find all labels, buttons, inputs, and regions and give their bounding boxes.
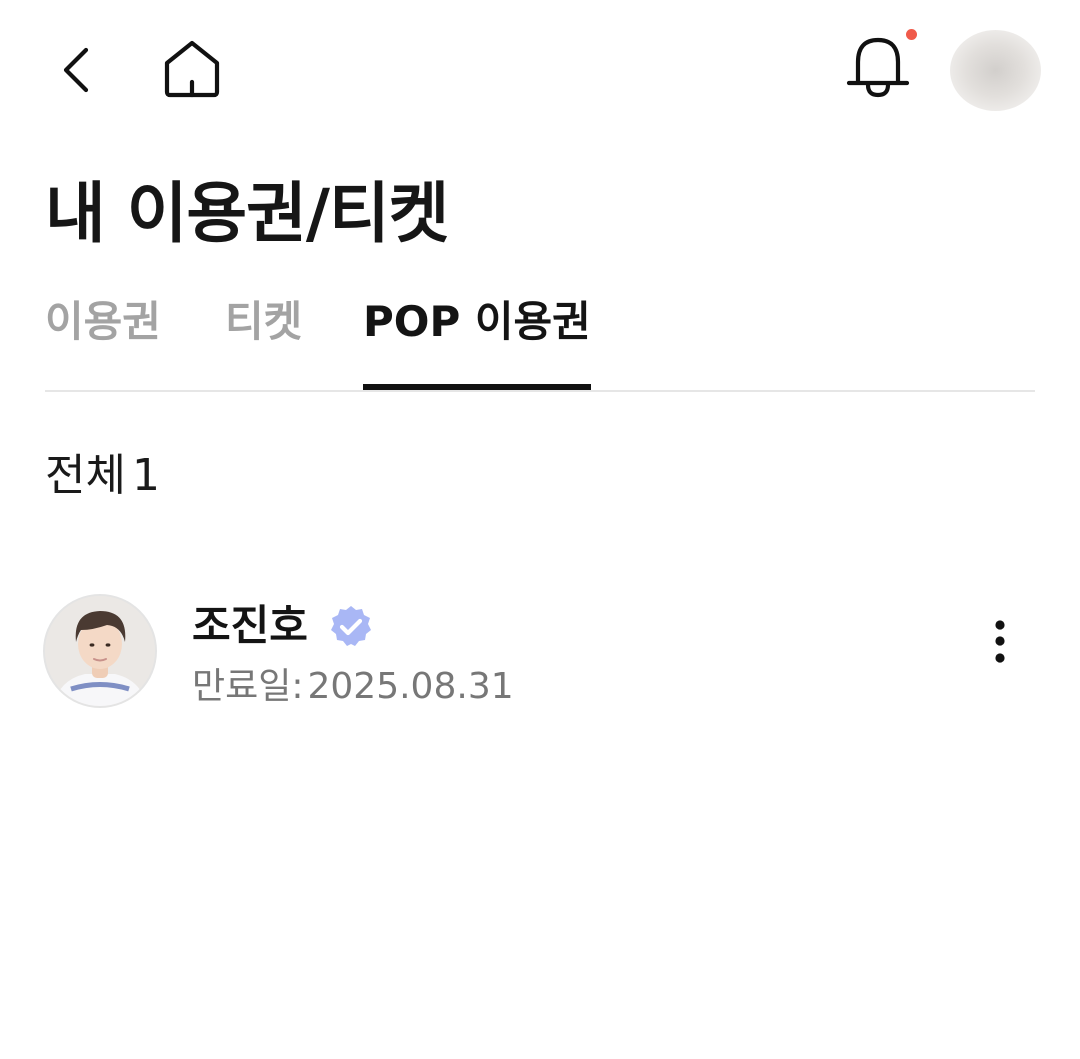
verified-badge-icon [331, 606, 371, 646]
expire-label: 만료일: [192, 666, 304, 707]
tab-ticket[interactable]: 티켓 [225, 290, 302, 390]
notification-dot [906, 29, 917, 40]
total-number: 1 [131, 450, 160, 501]
tab-pop-pass[interactable]: POP 이용권 [363, 290, 591, 390]
tab-pass[interactable]: 이용권 [45, 290, 161, 390]
back-button[interactable] [52, 40, 102, 100]
chevron-left-icon [63, 47, 89, 93]
tab-bar: 이용권 티켓 POP 이용권 [45, 290, 1035, 392]
more-options-button[interactable] [975, 614, 1025, 674]
pass-list-item[interactable]: 조진호 만료일: 2025.08.31 [45, 596, 1035, 712]
expire-date-row: 만료일: 2025.08.31 [192, 664, 518, 710]
home-button[interactable] [158, 38, 226, 100]
artist-name: 조진호 [192, 601, 308, 650]
total-label: 전체 [45, 450, 126, 501]
tabs-divider [45, 390, 1035, 392]
home-icon [164, 40, 220, 98]
profile-avatar[interactable] [950, 30, 1041, 111]
page-title: 내 이용권/티켓 [45, 175, 449, 252]
artist-photo [45, 596, 155, 706]
more-vertical-icon [995, 620, 1005, 663]
top-bar [0, 0, 1080, 140]
expire-date: 2025.08.31 [307, 666, 514, 707]
total-count: 전체 1 [45, 448, 166, 504]
artist-avatar [45, 596, 155, 706]
